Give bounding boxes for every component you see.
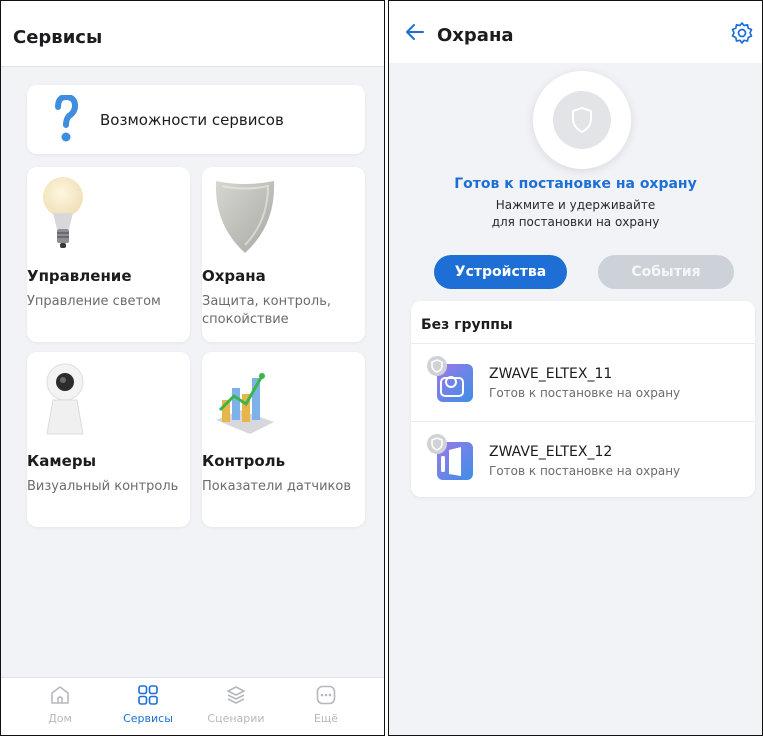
home-icon xyxy=(51,686,69,704)
page-title: Сервисы xyxy=(13,27,103,48)
tab-scenarios[interactable]: Сценарии xyxy=(201,684,271,725)
motion-sensor-icon xyxy=(427,356,473,402)
service-card-security[interactable]: Охрана Защита, контроль, спокойствие xyxy=(202,167,365,342)
tab-services[interactable]: Сервисы xyxy=(113,684,183,725)
tab-devices[interactable]: Устройства xyxy=(434,255,567,289)
page-title: Охрана xyxy=(437,25,514,46)
capabilities-card[interactable]: Возможности сервисов xyxy=(27,85,365,154)
layers-icon xyxy=(227,686,245,704)
shield-icon xyxy=(215,181,275,253)
tab-home[interactable]: Дом xyxy=(25,684,95,725)
device-status: Готов к постановке на охрану xyxy=(489,386,681,400)
chart-icon xyxy=(216,373,274,434)
service-subtitle: Управление светом xyxy=(27,294,161,309)
services-screen: Сервисы Возможности сервисов Управление … xyxy=(0,0,385,736)
gear-icon[interactable] xyxy=(730,21,754,45)
service-subtitle: Визуальный контроль xyxy=(27,479,179,494)
arm-hint: Нажмите и удерживайте для постановки на … xyxy=(389,197,762,231)
device-group: Без группы ZWAVE_ELTEX_11 Готов к постан… xyxy=(411,301,755,497)
arm-button[interactable] xyxy=(533,71,631,169)
question-icon xyxy=(55,95,78,142)
more-icon xyxy=(316,685,336,705)
arm-status: Готов к постановке на охрану xyxy=(454,176,697,192)
service-title: Охрана xyxy=(202,267,266,285)
service-subtitle: Защита, контроль, спокойствие xyxy=(202,294,331,327)
service-title: Камеры xyxy=(27,452,97,470)
light-bulb-icon xyxy=(43,177,83,248)
service-subtitle: Показатели датчиков xyxy=(202,479,352,494)
arm-hint-line: Нажмите и удерживайте xyxy=(495,198,656,212)
service-title: Контроль xyxy=(202,452,286,470)
service-card-monitoring[interactable]: Контроль Показатели датчиков xyxy=(202,352,365,527)
header: Охрана xyxy=(389,1,762,63)
tab-label: Ещё xyxy=(313,712,339,725)
arm-button-core xyxy=(553,91,611,149)
shield-icon xyxy=(572,107,592,133)
device-name: ZWAVE_ELTEX_11 xyxy=(489,366,613,382)
tab-events[interactable]: События xyxy=(598,255,734,289)
arm-hint-line: для постановки на охрану xyxy=(491,215,660,229)
device-row[interactable]: ZWAVE_ELTEX_11 Готов к постановке на охр… xyxy=(411,343,755,421)
group-title: Без группы xyxy=(421,317,513,333)
device-row[interactable]: ZWAVE_ELTEX_12 Готов к постановке на охр… xyxy=(411,421,755,499)
bottom-tab-bar: Дом Сервисы Сценарии Ещё xyxy=(1,677,384,735)
service-card-cameras[interactable]: Камеры Визуальный контроль xyxy=(27,352,190,527)
capabilities-label: Возможности сервисов xyxy=(100,111,284,129)
device-status: Готов к постановке на охрану xyxy=(489,464,681,478)
back-arrow-icon[interactable] xyxy=(405,23,425,41)
door-sensor-icon xyxy=(427,434,473,480)
device-name: ZWAVE_ELTEX_12 xyxy=(489,444,613,460)
tab-label: Дом xyxy=(48,712,72,725)
tab-more[interactable]: Ещё xyxy=(291,684,361,725)
security-screen: Охрана Готов к постановке на охрану Нажм… xyxy=(388,0,763,736)
tab-label: Сервисы xyxy=(123,712,173,725)
camera-icon xyxy=(46,363,84,435)
service-card-control[interactable]: Управление Управление светом xyxy=(27,167,190,342)
service-title: Управление xyxy=(27,267,132,285)
tab-label: Сценарии xyxy=(207,712,265,725)
header: Сервисы xyxy=(1,1,384,67)
grid-icon xyxy=(138,685,158,705)
